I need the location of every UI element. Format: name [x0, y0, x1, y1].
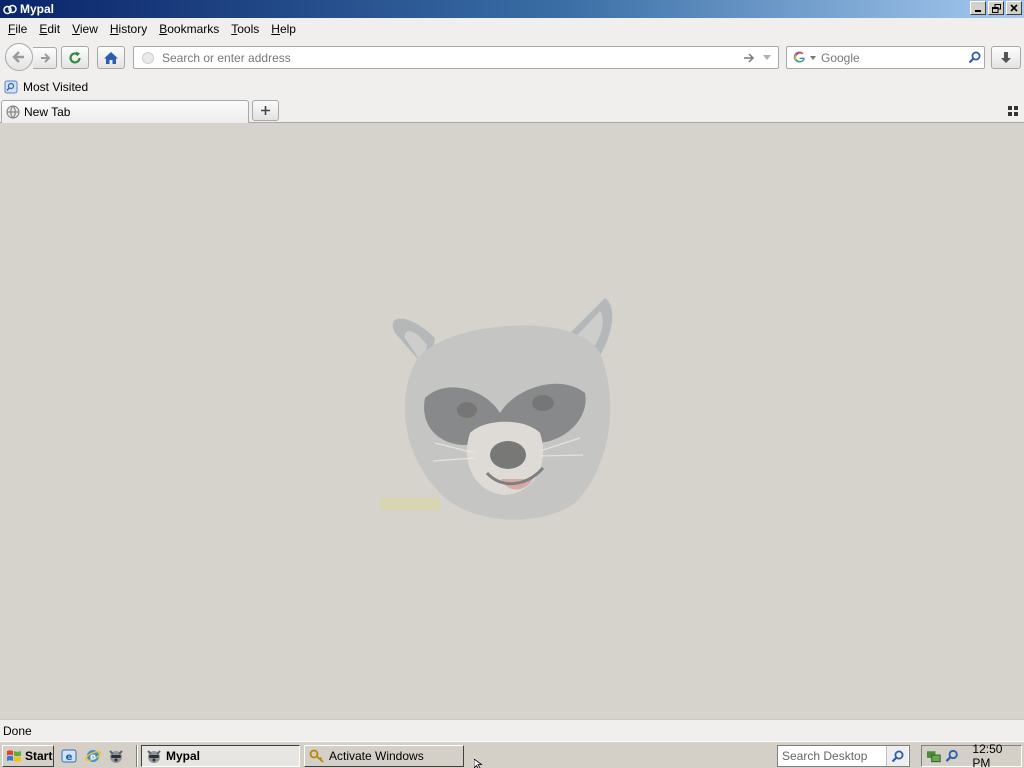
home-button[interactable]: [97, 46, 125, 69]
site-identity-icon[interactable]: [142, 51, 154, 64]
reload-button[interactable]: [61, 46, 89, 69]
arrow-right-icon: [40, 53, 50, 63]
desktop-search-input[interactable]: [778, 749, 886, 763]
windows-logo-icon: [7, 750, 21, 762]
close-icon: [1010, 4, 1018, 12]
taskbar: Start e e Mypal Activate Windows 12:50 P…: [0, 741, 1024, 768]
grid-icon: [1008, 106, 1018, 116]
tab-groups-button[interactable]: [1006, 104, 1020, 118]
download-arrow-icon: [1001, 51, 1011, 63]
quicklaunch-ie[interactable]: e: [84, 747, 102, 765]
raccoon-logo: [380, 298, 613, 520]
start-label: Start: [25, 749, 53, 763]
minimize-icon: [975, 10, 981, 12]
search-tray-icon[interactable]: [945, 749, 958, 763]
system-tray: 12:50 PM: [921, 742, 1022, 768]
status-text: Done: [3, 723, 32, 738]
search-go-button[interactable]: [964, 48, 984, 68]
menu-bookmarks[interactable]: Bookmarks: [153, 22, 225, 36]
address-bar[interactable]: [133, 46, 779, 69]
window-controls: [970, 1, 1022, 15]
menu-view[interactable]: View: [66, 22, 104, 36]
title-bar: Mypal: [0, 0, 1024, 18]
menu-history[interactable]: History: [104, 22, 153, 36]
home-icon: [104, 51, 118, 64]
desktop-search[interactable]: [777, 745, 910, 767]
search-engine-selector[interactable]: [793, 51, 817, 64]
arrow-right-icon: [744, 52, 755, 63]
tab-new-tab[interactable]: New Tab: [1, 100, 249, 123]
task-label: Activate Windows: [329, 749, 424, 763]
menu-help[interactable]: Help: [265, 22, 302, 36]
restore-icon: [991, 3, 1001, 13]
quicklaunch-separator: [136, 745, 138, 767]
bookmark-most-visited[interactable]: Most Visited: [4, 80, 88, 94]
go-button[interactable]: [740, 49, 758, 67]
desktop-search-button[interactable]: [886, 746, 908, 766]
restore-button[interactable]: [988, 1, 1004, 15]
network-icon[interactable]: [926, 748, 941, 764]
google-logo-icon: [793, 51, 805, 63]
forward-button[interactable]: [33, 47, 57, 69]
chevron-down-icon: [763, 54, 771, 60]
svg-text:e: e: [66, 752, 73, 763]
navigation-toolbar: [0, 40, 1024, 76]
clock[interactable]: 12:50 PM: [972, 742, 1021, 768]
tab-strip: New Tab: [0, 98, 1024, 123]
url-input[interactable]: [162, 50, 740, 65]
menu-tools[interactable]: Tools: [225, 22, 265, 36]
start-button[interactable]: Start: [2, 745, 54, 767]
new-tab-button[interactable]: [252, 100, 279, 121]
task-button-activate-windows[interactable]: Activate Windows: [304, 745, 464, 767]
search-bar[interactable]: [786, 46, 985, 69]
bookmarks-toolbar: Most Visited: [0, 76, 1024, 98]
bookmark-label: Most Visited: [23, 80, 89, 94]
arrow-left-icon: [12, 51, 24, 63]
menu-file[interactable]: File: [2, 22, 33, 36]
magnifier-icon: [968, 51, 980, 64]
smart-folder-icon: [4, 80, 18, 94]
page-content: [0, 123, 1024, 719]
mouse-cursor-icon: [474, 759, 483, 768]
status-bar: Done: [0, 719, 1024, 741]
search-input[interactable]: [821, 50, 964, 65]
quicklaunch-show-desktop[interactable]: e: [60, 747, 78, 765]
raccoon-icon: [147, 750, 161, 763]
window-title: Mypal: [20, 2, 55, 16]
globe-icon: [6, 105, 20, 119]
url-history-dropdown[interactable]: [758, 49, 776, 67]
minimize-button[interactable]: [970, 1, 986, 15]
close-button[interactable]: [1006, 1, 1022, 15]
magnifier-icon: [891, 750, 904, 762]
menu-edit[interactable]: Edit: [33, 22, 66, 36]
internet-explorer-classic-icon: e: [61, 749, 77, 763]
raccoon-icon: [109, 750, 123, 763]
menu-bar: File Edit View History Bookmarks Tools H…: [0, 18, 1024, 40]
downloads-button[interactable]: [991, 46, 1021, 69]
chevron-down-icon: [810, 55, 816, 60]
tab-label: New Tab: [24, 105, 71, 119]
plus-icon: [261, 106, 270, 115]
back-button[interactable]: [5, 43, 33, 71]
quicklaunch-mypal[interactable]: [107, 747, 125, 765]
mypal-logo-icon: [3, 4, 17, 15]
svg-text:e: e: [90, 753, 96, 763]
internet-explorer-icon: e: [85, 750, 101, 763]
reload-icon: [69, 51, 81, 64]
activation-key-icon: [309, 749, 324, 763]
task-button-mypal[interactable]: Mypal: [141, 745, 300, 767]
task-label: Mypal: [166, 749, 201, 763]
